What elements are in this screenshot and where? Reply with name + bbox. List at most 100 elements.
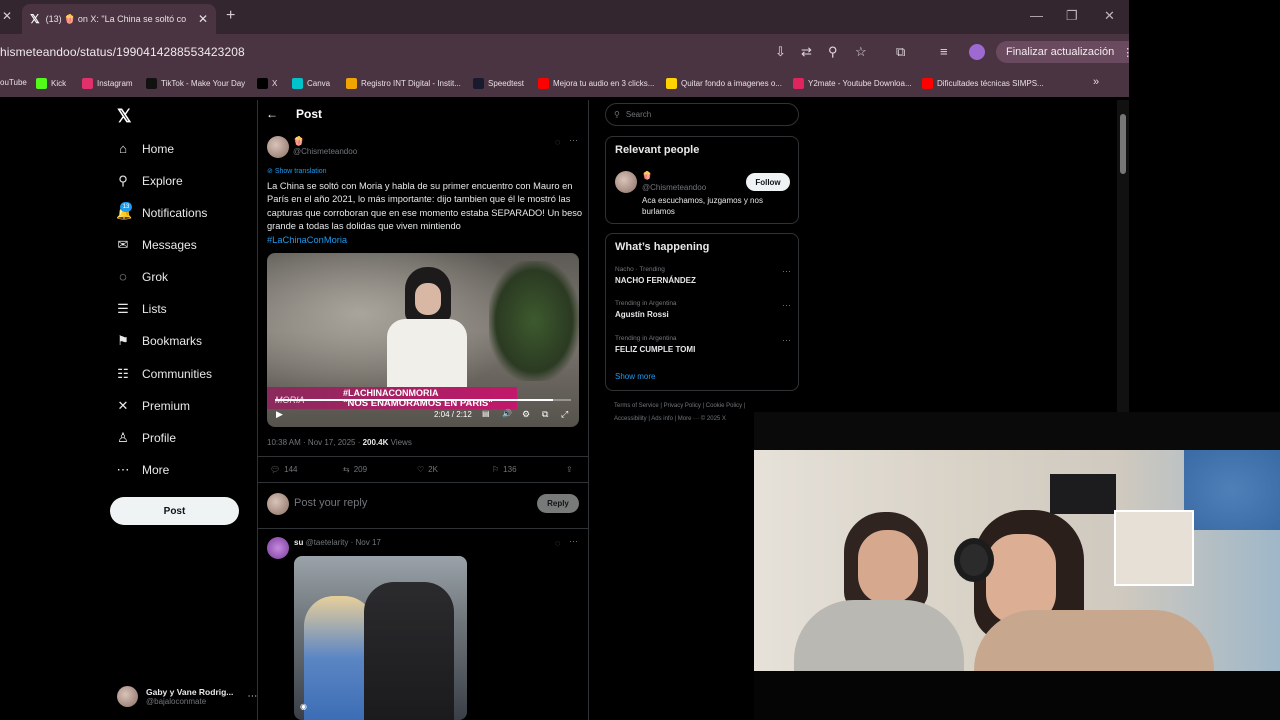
video-time: 2:04 / 2:12 xyxy=(434,410,472,419)
bookmark-item[interactable]: Kick xyxy=(36,78,66,89)
author-avatar[interactable] xyxy=(267,136,289,158)
nav-item-explore[interactable]: ⚲ Explore xyxy=(116,173,182,189)
bookmark-action[interactable]: ⚐ 136 xyxy=(492,465,517,474)
footer-links-1[interactable]: Terms of Service | Privacy Policy | Cook… xyxy=(614,403,745,409)
video-player[interactable]: MORIA #LACHINACONMORIA "NOS ENAMORAMOS E… xyxy=(267,253,579,427)
close-tab-icon[interactable]: ✕ xyxy=(198,12,208,26)
bookmark-item[interactable]: Mejora tu audio en 3 clicks... xyxy=(538,78,654,89)
nav-item-lists[interactable]: ☰ Lists xyxy=(116,301,167,317)
reply-action[interactable]: 💬︎ 144 xyxy=(270,465,298,474)
account-switcher[interactable]: Gaby y Vane Rodrig... @bajaloconmate ⋯ xyxy=(117,686,257,707)
trend-item[interactable]: Trending in Argentina Agustín Rossi ⋯ xyxy=(615,300,791,319)
bookmark-item[interactable]: Canva xyxy=(292,78,330,89)
fullscreen-icon[interactable]: ⤢ xyxy=(561,409,568,420)
follow-button[interactable]: Follow xyxy=(746,173,790,191)
bookmark-item[interactable]: TikTok - Make Your Day xyxy=(146,78,245,89)
bookmark-item[interactable]: Speedtest xyxy=(473,78,524,89)
grok-icon[interactable]: ◌ xyxy=(555,538,560,548)
more-bookmarks-icon[interactable]: » xyxy=(1093,76,1099,88)
reply-avatar[interactable] xyxy=(267,537,289,559)
bookmark-item[interactable]: Y2mate - Youtube Downloa... xyxy=(793,78,912,89)
captions-icon[interactable]: ▤ xyxy=(482,409,490,418)
profile-avatar-icon[interactable] xyxy=(969,44,985,60)
share-icon[interactable]: ⇪ xyxy=(566,465,573,474)
zoom-icon[interactable]: ⚲ xyxy=(828,44,838,60)
bookmark-item[interactable]: Registro INT Digital - Instit... xyxy=(346,78,461,89)
more-icon[interactable]: ⋯ xyxy=(569,536,578,547)
more-icon[interactable]: ⋯ xyxy=(247,691,257,702)
post-meta: 10:38 AM · Nov 17, 2025 · 200.4K Views xyxy=(267,438,412,447)
back-arrow-icon[interactable]: ← xyxy=(266,107,278,121)
reply-author[interactable]: su @taetelarity · Nov 17 xyxy=(294,538,381,547)
nav-item-label: Profile xyxy=(142,431,177,445)
trend-item[interactable]: Trending in Argentina FELIZ CUMPLE TOMI ⋯ xyxy=(615,335,791,354)
close-tab-icon[interactable]: ✕ xyxy=(2,9,12,23)
media-info-icon[interactable]: ◉ xyxy=(300,702,307,711)
page-title: Post xyxy=(296,107,323,121)
grok-icon[interactable]: ◌ xyxy=(555,137,560,147)
bookmark-item[interactable]: ouTube xyxy=(0,78,27,87)
install-icon[interactable]: ⇩ xyxy=(775,44,786,60)
bookmark-item[interactable]: Instagram xyxy=(82,78,133,89)
bookmark-item[interactable]: Dificultades técnicas SIMPS... xyxy=(922,78,1044,89)
nav-item-grok[interactable]: ◌ Grok xyxy=(116,269,168,284)
nav-item-home[interactable]: ⌂ Home xyxy=(116,141,174,156)
url-field[interactable]: hismeteandoo/status/1990414288553423208 xyxy=(0,45,245,59)
restore-icon[interactable]: ❐ xyxy=(1066,8,1078,24)
notifications-badge: 13 xyxy=(120,202,132,212)
nav-item-more[interactable]: ⋯ More xyxy=(116,462,170,478)
volume-icon[interactable]: 🔊 xyxy=(502,409,512,418)
column-divider xyxy=(588,100,589,720)
search-input[interactable]: ⚲ Search xyxy=(605,103,799,126)
x-logo-icon[interactable]: 𝕏 xyxy=(117,106,132,127)
new-tab-icon[interactable]: + xyxy=(226,7,235,25)
reply-button[interactable]: Reply xyxy=(537,494,579,513)
more-icon[interactable]: ⋯ xyxy=(569,135,578,146)
reading-list-icon[interactable]: ≡ xyxy=(940,44,948,59)
play-icon[interactable]: ▶ xyxy=(276,409,283,420)
post-timestamp[interactable]: 10:38 AM · Nov 17, 2025 · xyxy=(267,438,363,447)
settings-icon[interactable]: ⚙ xyxy=(522,409,530,420)
bookmark-favicon-icon xyxy=(922,78,933,89)
home-icon: ⌂ xyxy=(119,141,127,156)
hashtag-link[interactable]: #LaChinaConMoria xyxy=(267,235,347,245)
person-name[interactable]: 🍿 xyxy=(642,171,652,180)
show-translation-link[interactable]: ⊘ Show translation xyxy=(267,167,327,175)
footer-links-2[interactable]: Accessibility | Ads info | More ··· © 20… xyxy=(614,416,726,422)
nav-item-premium[interactable]: ✕ Premium xyxy=(116,398,190,414)
more-icon[interactable]: ⋯ xyxy=(782,335,791,346)
repost-action[interactable]: ⇆ 209 xyxy=(343,465,367,474)
bookmark-favicon-icon xyxy=(538,78,549,89)
nav-item-communities[interactable]: ☷ Communities xyxy=(116,366,212,382)
x-icon: ✕ xyxy=(117,398,129,413)
more-icon[interactable]: ⋯ xyxy=(782,300,791,311)
person-left-body xyxy=(794,600,964,671)
close-window-icon[interactable]: ✕ xyxy=(1104,8,1115,24)
more-icon[interactable]: ⋯ xyxy=(782,266,791,277)
nav-item-messages[interactable]: ✉ Messages xyxy=(116,237,197,253)
bookmark-item[interactable]: Quitar fondo a imagenes o... xyxy=(666,78,782,89)
trend-meta: Nacho · Trending xyxy=(615,266,665,273)
nav-item-profile[interactable]: ♙ Profile xyxy=(116,430,176,446)
person-avatar[interactable] xyxy=(615,171,637,193)
extensions-icon[interactable]: ⧉ xyxy=(896,44,905,60)
author-handle[interactable]: @Chismeteandoo xyxy=(293,147,357,156)
author-name[interactable]: 🍿 xyxy=(293,136,304,147)
reply-input[interactable]: Post your reply xyxy=(294,497,367,509)
show-more-link[interactable]: Show more xyxy=(615,372,655,381)
nav-item-bookmarks[interactable]: ⚑ Bookmarks xyxy=(116,333,202,349)
like-action[interactable]: ♡ 2K xyxy=(417,465,438,474)
translate-icon[interactable]: ⇄ xyxy=(801,44,812,60)
minimize-icon[interactable]: — xyxy=(1030,8,1043,23)
pip-icon[interactable]: ⧉ xyxy=(542,409,548,420)
update-button[interactable]: Finalizar actualización ⋮ xyxy=(996,41,1144,63)
person-handle[interactable]: @Chismeteandoo xyxy=(642,183,706,192)
reply-image[interactable]: ◉ xyxy=(294,556,467,720)
star-icon[interactable]: ☆ xyxy=(855,44,867,60)
browser-tab-active[interactable]: 𝕏 (13) 🍿 on X: "La China se soltó con Mo… xyxy=(22,4,216,34)
trend-item[interactable]: Nacho · Trending NACHO FERNÁNDEZ ⋯ xyxy=(615,266,791,285)
post-button[interactable]: Post xyxy=(110,497,239,525)
video-progress-track[interactable] xyxy=(275,399,571,401)
scrollbar-thumb[interactable] xyxy=(1120,114,1126,174)
bookmark-item[interactable]: X xyxy=(257,78,277,89)
